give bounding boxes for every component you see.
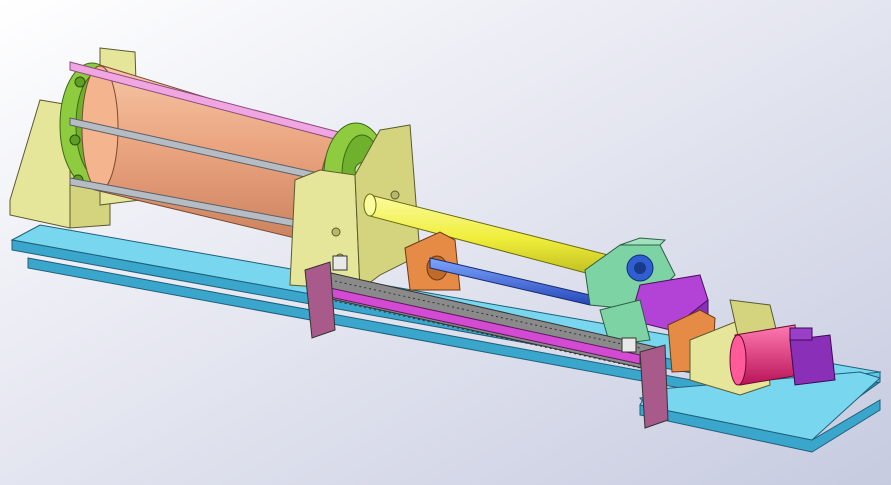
cad-model-render	[0, 0, 891, 485]
cad-viewport[interactable]	[0, 0, 891, 485]
